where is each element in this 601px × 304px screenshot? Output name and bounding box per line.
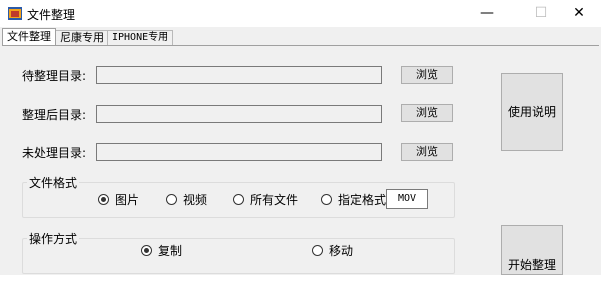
custom-format-field[interactable]: MOV (386, 189, 428, 209)
minimize-button[interactable]: — (464, 0, 510, 27)
browse-dest-button[interactable]: 浏览 (401, 104, 453, 122)
app-icon (8, 7, 22, 20)
radio-dot (233, 194, 244, 205)
client-area: 文件整理 尼康专用 IPHONE专用 待整理目录: 浏览 整理后目录: 浏览 未… (0, 27, 601, 275)
radio-dot-checked (141, 245, 152, 256)
browse-unprocessed-button[interactable]: 浏览 (401, 143, 453, 161)
dest-dir-field[interactable] (96, 105, 382, 123)
radio-all-files[interactable]: 所有文件 (233, 191, 298, 208)
help-button[interactable]: 使用说明 (501, 73, 563, 151)
radio-videos[interactable]: 视频 (166, 191, 207, 208)
window-title: 文件整理 (27, 8, 76, 22)
tab-file-organize[interactable]: 文件整理 (2, 28, 56, 45)
title-bar: 文件整理 — ☐ ✕ (0, 0, 601, 27)
unprocessed-dir-label: 未处理目录: (22, 146, 87, 160)
radio-dot (321, 194, 332, 205)
tab-nikon[interactable]: 尼康专用 (55, 30, 109, 45)
radio-custom-format[interactable]: 指定格式 (321, 191, 386, 208)
operation-legend: 操作方式 (27, 230, 80, 247)
browse-source-button[interactable]: 浏览 (401, 66, 453, 84)
source-dir-label: 待整理目录: (22, 69, 87, 83)
radio-images[interactable]: 图片 (98, 191, 139, 208)
source-dir-field[interactable] (96, 66, 382, 84)
unprocessed-dir-field[interactable] (96, 143, 382, 161)
radio-copy[interactable]: 复制 (141, 242, 182, 259)
radio-dot (166, 194, 177, 205)
close-button[interactable]: ✕ (556, 0, 601, 27)
tab-iphone[interactable]: IPHONE专用 (107, 30, 174, 45)
dest-dir-label: 整理后目录: (22, 108, 87, 122)
radio-move[interactable]: 移动 (312, 242, 353, 259)
radio-dot (312, 245, 323, 256)
radio-dot-checked (98, 194, 109, 205)
operation-group (22, 238, 455, 274)
file-format-legend: 文件格式 (27, 174, 80, 191)
start-button[interactable]: 开始整理 (501, 225, 563, 275)
